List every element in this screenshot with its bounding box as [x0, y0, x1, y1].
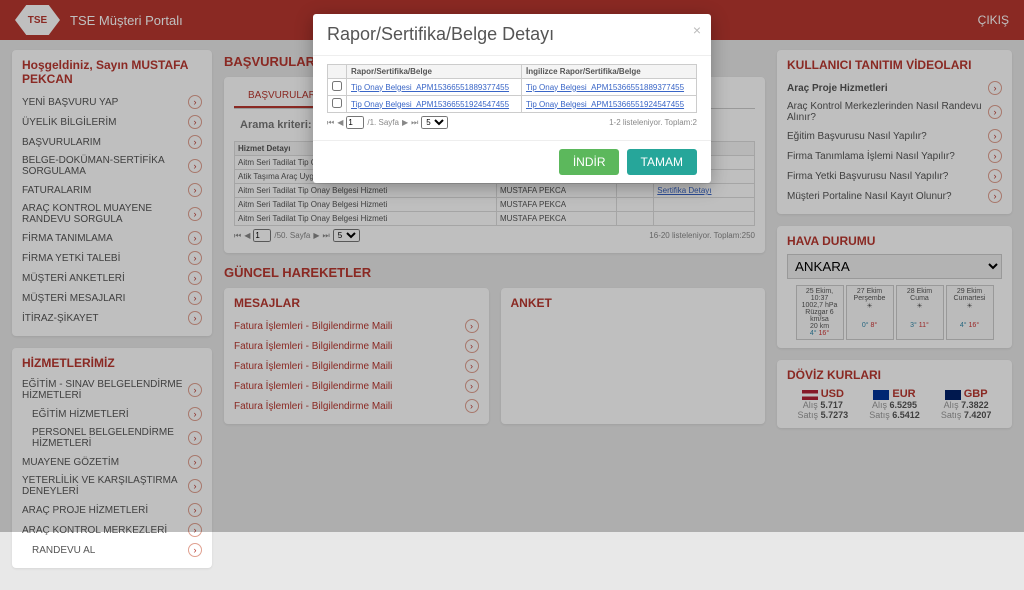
pager-next-icon[interactable]: ▶ — [402, 118, 408, 127]
modal-col2: İngilizce Rapor/Sertifika/Belge — [522, 65, 697, 79]
close-icon[interactable]: × — [693, 22, 701, 38]
service-item[interactable]: RANDEVU AL› — [22, 540, 202, 560]
modal-row[interactable]: Tip Onay Belgesi_APM15366551924547455Tip… — [328, 96, 697, 113]
ok-button[interactable]: TAMAM — [627, 149, 697, 175]
modal-pager-suffix: /1. Sayfa — [367, 118, 399, 127]
modal-title: Rapor/Sertifika/Belge Detayı — [327, 24, 554, 44]
modal-pager-input[interactable] — [346, 116, 364, 129]
modal-pager: ⏮ ◀ /1. Sayfa ▶ ⏭ 5 1-2 listeleniyor. To… — [327, 113, 697, 132]
modal-pager-info: 1-2 listeleniyor. Toplam:2 — [609, 118, 697, 127]
modal-pager-size[interactable]: 5 — [421, 116, 448, 129]
modal-col1: Rapor/Sertifika/Belge — [347, 65, 522, 79]
modal-row[interactable]: Tip Onay Belgesi_APM15366551889377455Tip… — [328, 79, 697, 96]
download-button[interactable]: İNDİR — [559, 149, 620, 175]
row-checkbox[interactable] — [332, 98, 342, 108]
chevron-right-icon: › — [188, 543, 202, 557]
pager-last-icon[interactable]: ⏭ — [411, 118, 418, 128]
pager-prev-icon[interactable]: ◀ — [337, 118, 343, 127]
certificate-detail-modal: Rapor/Sertifika/Belge Detayı × Rapor/Ser… — [313, 14, 711, 183]
pager-first-icon[interactable]: ⏮ — [327, 118, 334, 128]
row-checkbox[interactable] — [332, 81, 342, 91]
modal-table: Rapor/Sertifika/Belge İngilizce Rapor/Se… — [327, 64, 697, 113]
